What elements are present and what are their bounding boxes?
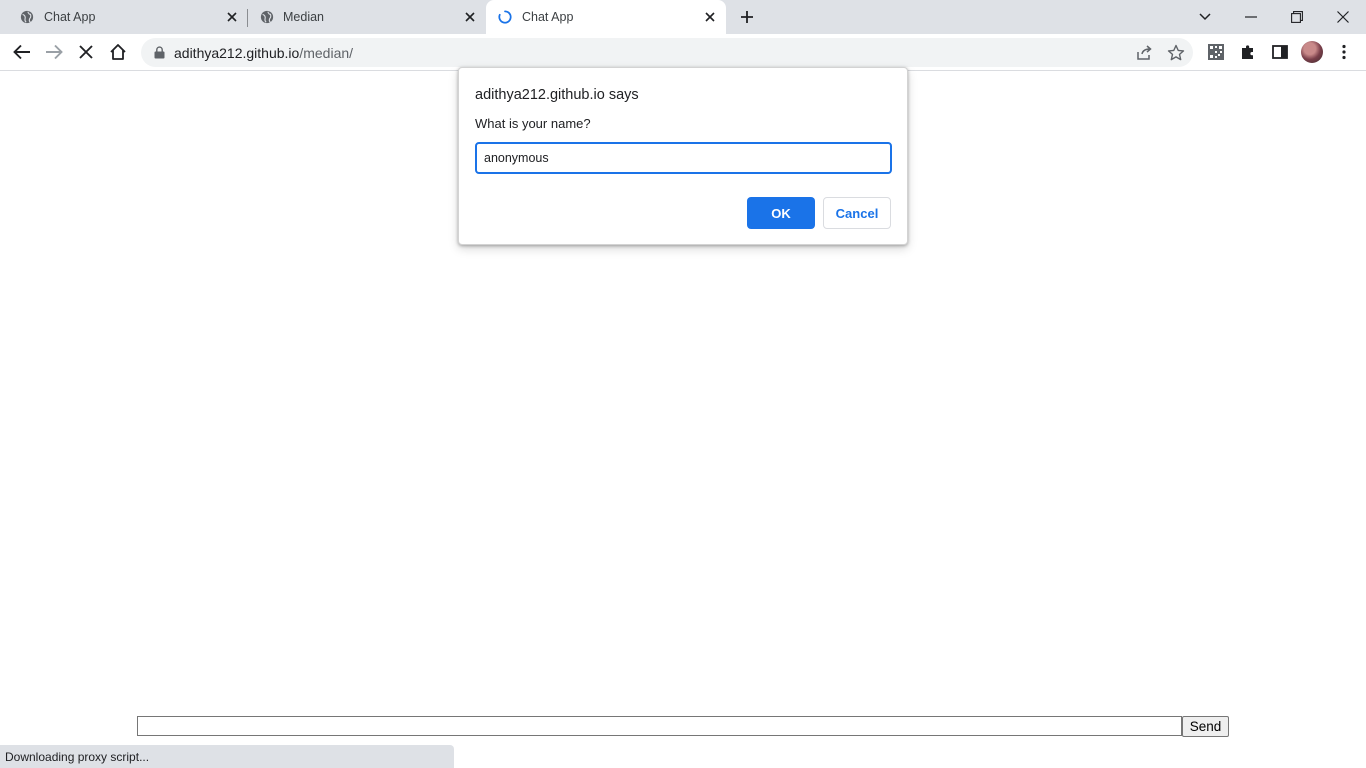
close-tab-icon[interactable] bbox=[224, 9, 240, 25]
address-bar[interactable]: adithya212.github.io/median/ bbox=[141, 38, 1193, 67]
url-text[interactable]: adithya212.github.io/median/ bbox=[174, 45, 353, 61]
url-path: /median/ bbox=[299, 45, 354, 61]
name-input[interactable] bbox=[475, 142, 892, 174]
tab-chat-app-active[interactable]: Chat App bbox=[486, 0, 726, 34]
restore-icon[interactable] bbox=[1286, 6, 1308, 28]
url-host: adithya212.github.io bbox=[174, 45, 300, 61]
tab-strip: Chat App Median Chat App bbox=[0, 0, 1366, 34]
home-icon[interactable] bbox=[108, 42, 128, 62]
lock-icon[interactable] bbox=[154, 46, 165, 59]
send-button[interactable]: Send bbox=[1182, 716, 1229, 737]
bookmark-star-icon[interactable] bbox=[1167, 44, 1185, 62]
qr-code-extension-icon[interactable] bbox=[1206, 42, 1226, 62]
side-panel-icon[interactable] bbox=[1270, 42, 1290, 62]
minimize-icon[interactable] bbox=[1240, 6, 1262, 28]
globe-icon bbox=[260, 10, 274, 24]
profile-avatar[interactable] bbox=[1301, 41, 1323, 63]
globe-icon bbox=[20, 10, 34, 24]
share-icon[interactable] bbox=[1135, 44, 1153, 62]
ok-button[interactable]: OK bbox=[747, 197, 815, 229]
tab-search-chevron-down-icon[interactable] bbox=[1194, 6, 1216, 28]
loading-spinner-icon bbox=[498, 10, 512, 24]
tab-title: Chat App bbox=[522, 10, 574, 24]
cancel-button[interactable]: Cancel bbox=[823, 197, 891, 229]
tab-median[interactable]: Median bbox=[248, 0, 486, 34]
browser-toolbar: adithya212.github.io/median/ bbox=[0, 34, 1366, 71]
kebab-menu-icon[interactable] bbox=[1334, 42, 1354, 62]
status-bar: Downloading proxy script... bbox=[0, 745, 454, 768]
window-close-icon[interactable] bbox=[1332, 6, 1354, 28]
dialog-title: adithya212.github.io says bbox=[475, 87, 639, 103]
prompt-dialog: adithya212.github.io says What is your n… bbox=[458, 67, 908, 245]
close-tab-icon[interactable] bbox=[702, 9, 718, 25]
tab-chat-app-1[interactable]: Chat App bbox=[0, 0, 246, 34]
tab-title: Median bbox=[283, 10, 324, 24]
extensions-puzzle-icon[interactable] bbox=[1238, 42, 1258, 62]
new-tab-plus-icon[interactable] bbox=[738, 8, 756, 26]
forward-arrow-icon[interactable] bbox=[44, 42, 64, 62]
back-arrow-icon[interactable] bbox=[12, 42, 32, 62]
close-tab-icon[interactable] bbox=[462, 9, 478, 25]
message-input[interactable] bbox=[137, 716, 1182, 736]
stop-loading-icon[interactable] bbox=[76, 42, 96, 62]
dialog-message: What is your name? bbox=[475, 116, 591, 131]
tab-title: Chat App bbox=[44, 10, 96, 24]
